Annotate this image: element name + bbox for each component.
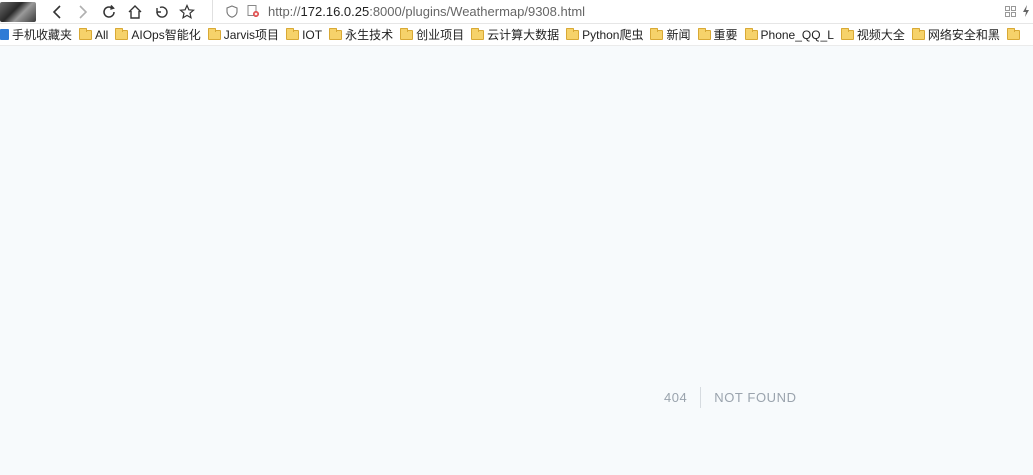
undo-icon xyxy=(156,5,168,18)
bookmark-label: AIOps智能化 xyxy=(131,28,201,42)
bookmark-label: Python爬虫 xyxy=(582,28,644,42)
folder-icon xyxy=(1006,27,1020,40)
folder-icon xyxy=(79,27,93,40)
folder-icon xyxy=(471,27,485,40)
back-button[interactable] xyxy=(44,1,70,23)
not-found-message: 404 NOT FOUND xyxy=(664,386,797,408)
folder-icon xyxy=(329,27,343,40)
shield-icon xyxy=(223,2,241,20)
bookmark-folder-startup[interactable]: 创业项目 xyxy=(400,26,464,43)
bookmark-label: IOT xyxy=(302,27,323,42)
url-text[interactable]: http://172.16.0.25:8000/plugins/Weatherm… xyxy=(268,4,585,19)
toolbar-right xyxy=(1001,0,1033,22)
bookmark-label: Jarvis项目 xyxy=(223,28,280,42)
bookmark-folder-security[interactable]: 网络安全和黑 xyxy=(911,26,1000,43)
folder-icon xyxy=(697,27,711,40)
url-host: 172.16.0.25 xyxy=(300,3,370,19)
bookmark-label: 网络安全和黑 xyxy=(927,28,1000,42)
bookmark-folder-iot[interactable]: IOT xyxy=(286,27,323,42)
bookmark-folder-overflow[interactable] xyxy=(1006,27,1023,40)
bookmark-folder-important[interactable]: 重要 xyxy=(697,26,738,43)
bookmark-label: 视频大全 xyxy=(856,28,905,42)
mobile-bookmarks-icon xyxy=(0,29,9,40)
home-icon xyxy=(128,4,142,19)
bookmark-folder-all[interactable]: All xyxy=(79,27,109,42)
bookmark-mobile[interactable]: 手机收藏夹 xyxy=(0,26,72,43)
bookmark-label: 创业项目 xyxy=(416,28,465,42)
bookmark-label: Phone_QQ_L xyxy=(760,27,834,42)
bookmark-folder-aiops[interactable]: AIOps智能化 xyxy=(115,26,201,43)
bookmark-folder-cloud[interactable]: 云计算大数据 xyxy=(471,26,559,43)
bookmark-folder-python[interactable]: Python爬虫 xyxy=(566,26,643,43)
url-scheme: http:// xyxy=(268,3,301,19)
forward-icon xyxy=(79,4,88,19)
bookmark-folder-news[interactable]: 新闻 xyxy=(650,26,691,43)
bookmark-label: All xyxy=(95,27,109,42)
bookmark-folder-jarvis[interactable]: Jarvis项目 xyxy=(207,26,280,43)
grid-icon[interactable] xyxy=(1001,2,1019,20)
bookmark-star-button[interactable] xyxy=(174,1,200,23)
folder-icon xyxy=(286,27,300,40)
bookmark-label: 重要 xyxy=(713,28,738,42)
browser-toolbar: http://172.16.0.25:8000/plugins/Weatherm… xyxy=(0,0,1033,24)
address-bar[interactable]: http://172.16.0.25:8000/plugins/Weatherm… xyxy=(212,0,997,22)
folder-icon xyxy=(650,27,664,40)
folder-icon xyxy=(566,27,580,40)
bookmark-label: 手机收藏夹 xyxy=(12,28,73,42)
folder-icon xyxy=(400,27,414,40)
bookmark-label: 新闻 xyxy=(666,28,691,42)
bookmark-folder-phone-qq[interactable]: Phone_QQ_L xyxy=(744,27,834,42)
back-icon xyxy=(52,4,61,19)
undo-close-tab-button[interactable] xyxy=(148,1,174,23)
forward-button[interactable] xyxy=(70,1,96,23)
folder-icon xyxy=(115,27,129,40)
folder-icon xyxy=(911,27,925,40)
avatar[interactable] xyxy=(0,1,36,22)
star-icon xyxy=(179,3,195,19)
insecure-page-icon[interactable] xyxy=(244,2,262,20)
bookmark-folder-yongsheng[interactable]: 永生技术 xyxy=(329,26,393,43)
bookmarks-bar: 手机收藏夹 All AIOps智能化 Jarvis项目 IOT 永生技术 创业项… xyxy=(0,24,1033,46)
lightning-icon[interactable] xyxy=(1019,2,1033,20)
folder-icon xyxy=(207,27,221,40)
bookmark-label: 永生技术 xyxy=(345,28,394,42)
bookmark-label: 云计算大数据 xyxy=(487,28,560,42)
error-message: NOT FOUND xyxy=(714,389,797,405)
home-button[interactable] xyxy=(122,1,148,23)
folder-icon xyxy=(840,27,854,40)
reload-icon xyxy=(103,4,115,18)
error-code: 404 xyxy=(664,389,688,405)
bookmark-folder-video[interactable]: 视频大全 xyxy=(840,26,905,43)
folder-icon xyxy=(744,27,758,40)
reload-button[interactable] xyxy=(96,1,122,23)
url-path: :8000/plugins/Weathermap/9308.html xyxy=(369,3,586,19)
